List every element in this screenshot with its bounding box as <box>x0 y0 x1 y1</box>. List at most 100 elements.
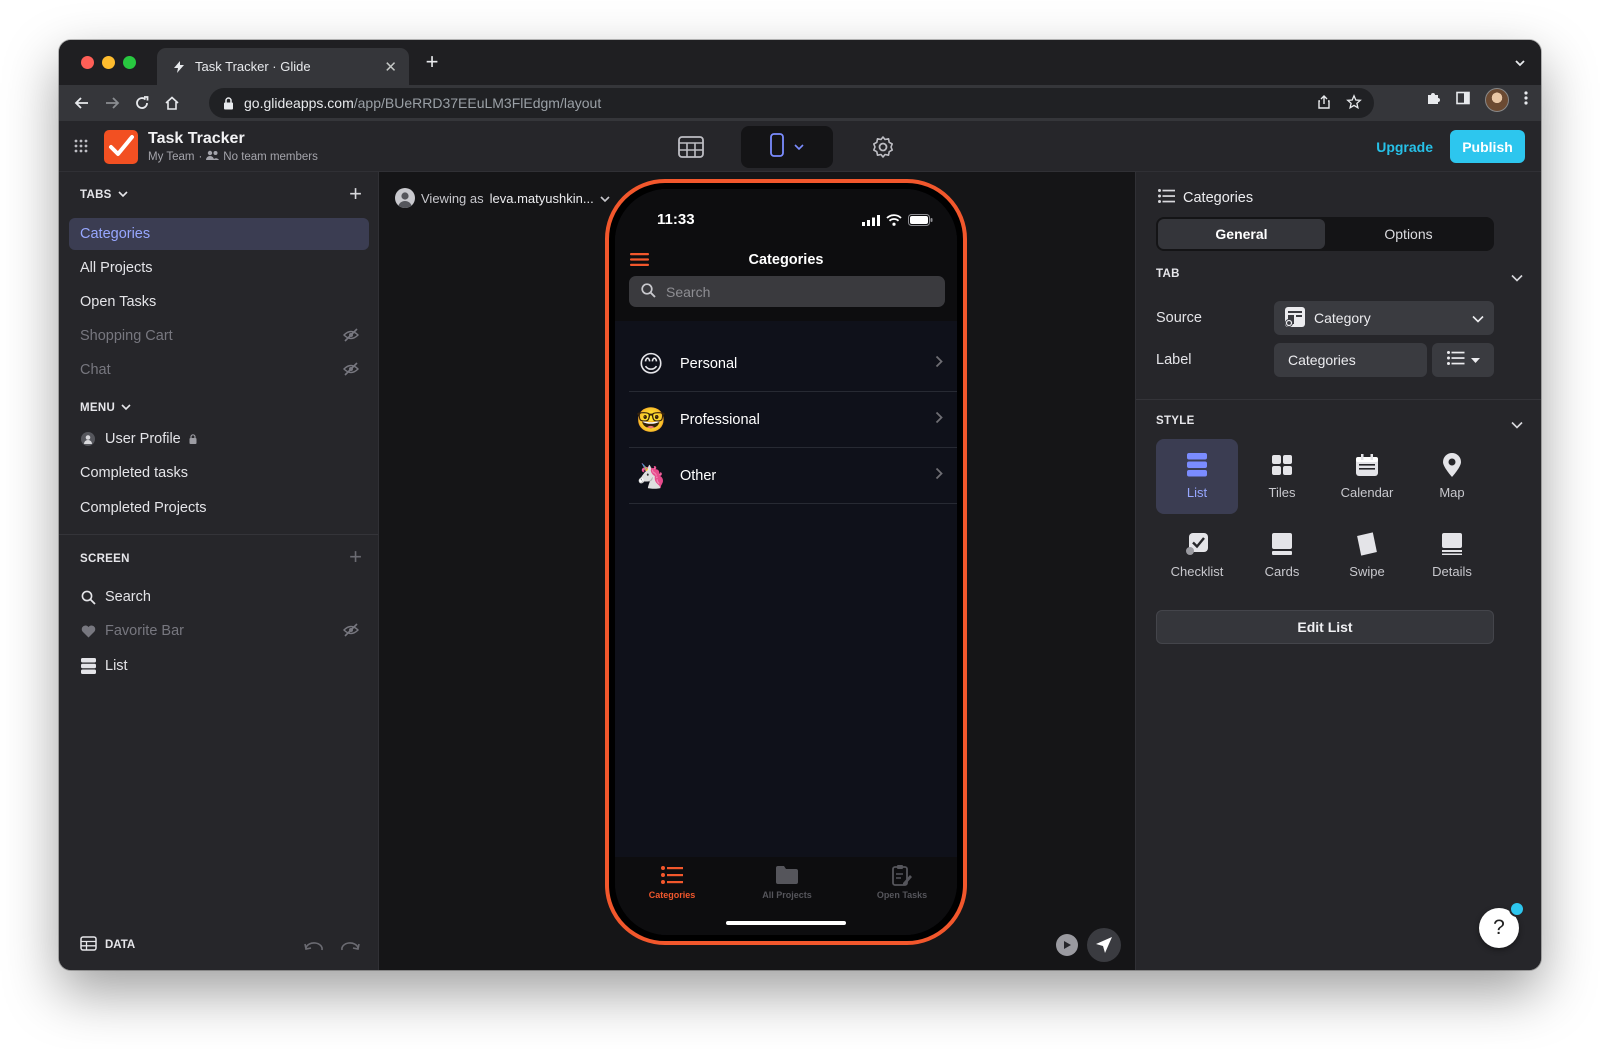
phone-search-field[interactable]: Search <box>629 276 945 307</box>
smiling-face-emoji-icon: 😊 <box>638 349 664 378</box>
cursor-select-icon[interactable] <box>1087 928 1121 962</box>
label-format-dropdown[interactable] <box>1432 343 1494 377</box>
forward-arrow-icon[interactable] <box>97 88 127 118</box>
phone-tab-label: All Projects <box>762 890 812 900</box>
eye-off-icon[interactable] <box>343 623 359 641</box>
add-tab-button[interactable]: + <box>349 183 362 205</box>
edit-list-button[interactable]: Edit List <box>1156 610 1494 644</box>
publish-button[interactable]: Publish <box>1450 130 1525 163</box>
data-editor-link[interactable]: DATA <box>80 936 135 954</box>
home-icon[interactable] <box>157 88 187 118</box>
tab-section-header: TAB <box>1156 268 1180 280</box>
sidebar-tab-categories[interactable]: Categories <box>69 218 369 250</box>
profile-avatar[interactable] <box>1485 88 1509 112</box>
tab-options[interactable]: Options <box>1325 219 1492 249</box>
app-name[interactable]: Task Tracker <box>148 130 245 148</box>
sidebar-screen-favorite-bar[interactable]: Favorite Bar <box>69 615 369 647</box>
eye-off-icon[interactable] <box>343 362 359 380</box>
source-label: Source <box>1156 310 1202 326</box>
bookmark-star-icon[interactable] <box>1346 94 1362 113</box>
style-tiles-option[interactable]: Tiles <box>1241 439 1323 514</box>
phone-tab-open-tasks[interactable]: Open Tasks <box>847 863 957 900</box>
source-select[interactable]: Category <box>1274 301 1494 335</box>
extensions-puzzle-icon[interactable] <box>1425 90 1441 111</box>
style-option-label: List <box>1186 485 1208 500</box>
reload-icon[interactable] <box>127 88 157 118</box>
address-bar[interactable]: go.glideapps.com /app/BUeRRD37EEuLM3FlEd… <box>209 88 1374 118</box>
style-list-option[interactable]: List <box>1156 439 1238 514</box>
collapse-style-chevron-icon[interactable] <box>1511 416 1523 434</box>
style-option-label: Cards <box>1264 564 1300 579</box>
list-item-professional[interactable]: 🤓 Professional <box>629 392 957 448</box>
maximize-window-button[interactable] <box>123 56 136 69</box>
help-button[interactable]: ? <box>1479 901 1525 948</box>
style-swipe-option[interactable]: Swipe <box>1326 518 1408 593</box>
tab-search-chevron-icon[interactable] <box>1513 56 1527 75</box>
sidebar-tab-open-tasks[interactable]: Open Tasks <box>69 286 369 318</box>
redo-icon[interactable] <box>340 940 360 958</box>
list-item-label: Professional <box>680 411 760 428</box>
new-tab-button[interactable]: + <box>421 51 443 74</box>
viewing-as-selector[interactable]: Viewing as leva.matyushkin... <box>395 188 610 208</box>
builder-view-switcher <box>669 126 905 168</box>
panel-title: Categories <box>1158 189 1253 207</box>
share-icon[interactable] <box>1316 94 1332 113</box>
undo-icon[interactable] <box>304 940 324 958</box>
style-checklist-option[interactable]: Checklist <box>1156 518 1238 593</box>
style-details-option[interactable]: Details <box>1411 518 1493 593</box>
sidebar-menu-completed-tasks[interactable]: Completed tasks <box>69 457 369 489</box>
sidebar-menu-completed-projects[interactable]: Completed Projects <box>69 492 369 524</box>
style-section-header: STYLE <box>1156 415 1195 427</box>
sidebar-item-label: All Projects <box>80 260 153 276</box>
label-input[interactable]: Categories <box>1274 343 1427 377</box>
close-window-button[interactable] <box>81 56 94 69</box>
sidebar-tab-all-projects[interactable]: All Projects <box>69 252 369 284</box>
style-option-label: Details <box>1432 564 1472 579</box>
app-logo-checkmark-icon[interactable] <box>104 130 138 164</box>
minimize-window-button[interactable] <box>102 56 115 69</box>
list-icon <box>617 863 727 887</box>
help-question-label: ? <box>1493 916 1505 939</box>
device-preview-selector[interactable] <box>741 126 833 168</box>
play-preview-icon[interactable] <box>1056 934 1078 956</box>
list-item-personal[interactable]: 😊 Personal <box>629 336 957 392</box>
heart-icon <box>80 623 96 639</box>
app-grid-icon[interactable] <box>73 138 89 159</box>
phone-tab-all-projects[interactable]: All Projects <box>732 863 842 900</box>
search-placeholder: Search <box>666 283 711 300</box>
settings-gear-icon[interactable] <box>861 126 905 168</box>
panel-divider <box>1136 399 1541 400</box>
layout-sidebar: TABS + Categories All Projects Open Task… <box>59 172 379 970</box>
screen-section-header: SCREEN <box>80 553 130 565</box>
upgrade-link[interactable]: Upgrade <box>1376 139 1433 155</box>
phone-tab-categories[interactable]: Categories <box>617 863 727 900</box>
style-cards-option[interactable]: Cards <box>1241 518 1323 593</box>
sidebar-tab-shopping-cart[interactable]: Shopping Cart <box>69 320 369 352</box>
tab-close-icon[interactable]: ✕ <box>384 58 397 76</box>
style-map-option[interactable]: Map <box>1411 439 1493 514</box>
data-editor-table-icon[interactable] <box>669 126 713 168</box>
eye-off-icon[interactable] <box>343 328 359 346</box>
side-panel-icon[interactable] <box>1455 90 1471 111</box>
sidebar-tab-chat[interactable]: Chat <box>69 354 369 386</box>
style-option-label: Swipe <box>1349 564 1385 579</box>
sidebar-item-label: List <box>105 658 128 674</box>
browser-tab[interactable]: Task Tracker · Glide ✕ <box>157 48 409 85</box>
sidebar-menu-user-profile[interactable]: User Profile <box>69 423 369 455</box>
tab-general[interactable]: General <box>1158 219 1325 249</box>
sidebar-screen-search[interactable]: Search <box>69 581 369 613</box>
notification-badge <box>1509 901 1525 917</box>
tabs-section-header[interactable]: TABS <box>80 189 128 201</box>
add-component-button[interactable]: + <box>349 546 362 568</box>
phone-tab-bar: Categories All Projects Open Tasks <box>615 857 957 935</box>
chevron-down-icon <box>794 138 804 156</box>
list-item-other[interactable]: 🦄 Other <box>629 448 957 504</box>
back-arrow-icon[interactable] <box>67 88 97 118</box>
browser-menu-kebab-icon[interactable] <box>1523 90 1529 111</box>
undo-redo-controls <box>304 940 360 958</box>
collapse-tab-chevron-icon[interactable] <box>1511 269 1523 287</box>
style-calendar-option[interactable]: Calendar <box>1326 439 1408 514</box>
caret-down-icon <box>1470 351 1480 369</box>
sidebar-screen-list[interactable]: List <box>69 650 369 682</box>
menu-section-header[interactable]: MENU <box>80 402 131 414</box>
